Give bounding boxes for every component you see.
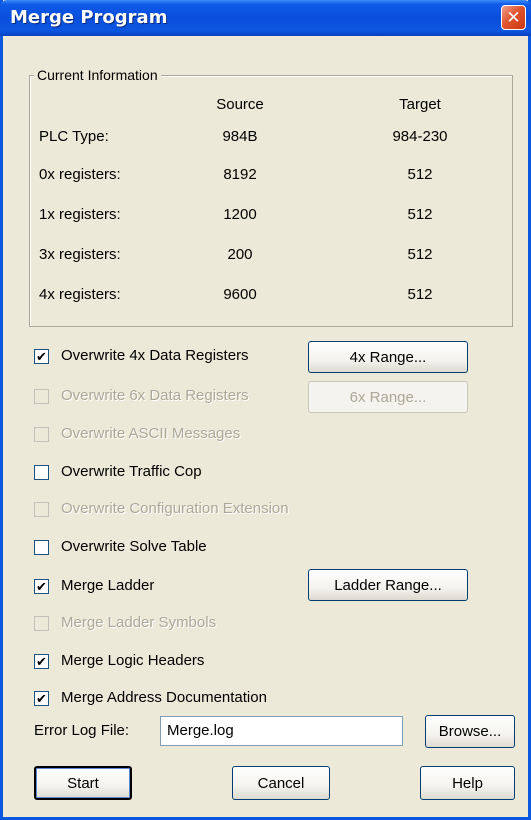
overwrite-traffic-cop-label[interactable]: Overwrite Traffic Cop — [61, 463, 202, 480]
plc-type-target: 984-230 — [392, 128, 448, 145]
overwrite-4x-label[interactable]: Overwrite 4x Data Registers — [61, 347, 249, 364]
overwrite-6x-label: Overwrite 6x Data Registers — [61, 387, 249, 404]
1x-registers-target: 512 — [407, 206, 433, 223]
overwrite-config-extension-label: Overwrite Configuration Extension — [61, 500, 289, 517]
target-column-header: Target — [399, 96, 441, 113]
0x-registers-target: 512 — [407, 166, 433, 183]
4x-registers-label: 4x registers: — [39, 286, 121, 303]
merge-ladder-symbols-checkbox — [34, 616, 49, 631]
checkmark-icon: ✔ — [36, 579, 47, 594]
merge-logic-headers-label[interactable]: Merge Logic Headers — [61, 652, 204, 669]
1x-registers-label: 1x registers: — [39, 206, 121, 223]
error-log-label: Error Log File: — [34, 722, 130, 739]
merge-ladder-checkbox[interactable]: ✔ — [34, 579, 49, 594]
source-column-header: Source — [216, 96, 264, 113]
3x-registers-target: 512 — [407, 246, 433, 263]
3x-registers-label: 3x registers: — [39, 246, 121, 263]
window-title: Merge Program — [10, 7, 168, 28]
overwrite-solve-table-label[interactable]: Overwrite Solve Table — [61, 538, 207, 555]
browse-button[interactable]: Browse... — [425, 715, 515, 748]
close-button[interactable]: ✕ — [501, 5, 526, 30]
merge-logic-headers-checkbox[interactable]: ✔ — [34, 654, 49, 669]
0x-registers-label: 0x registers: — [39, 166, 121, 183]
ladder-range-button[interactable]: Ladder Range... — [308, 569, 468, 601]
start-button[interactable]: Start — [34, 766, 132, 800]
0x-registers-source: 8192 — [223, 166, 257, 183]
current-information-legend: Current Information — [34, 67, 161, 83]
plc-type-label: PLC Type: — [39, 128, 109, 145]
4x-registers-target: 512 — [407, 286, 433, 303]
overwrite-config-extension-checkbox — [34, 502, 49, 517]
plc-type-source: 984B — [222, 128, 258, 145]
cancel-button[interactable]: Cancel — [232, 766, 330, 800]
overwrite-4x-checkbox[interactable]: ✔ — [34, 349, 49, 364]
checkmark-icon: ✔ — [36, 349, 47, 364]
4x-registers-source: 9600 — [223, 286, 257, 303]
1x-registers-source: 1200 — [223, 206, 257, 223]
checkmark-icon: ✔ — [36, 691, 47, 706]
merge-address-documentation-label[interactable]: Merge Address Documentation — [61, 689, 267, 706]
6x-range-button: 6x Range... — [308, 381, 468, 413]
merge-ladder-symbols-label: Merge Ladder Symbols — [61, 614, 217, 631]
error-log-file-input[interactable]: Merge.log — [160, 716, 403, 746]
merge-ladder-label[interactable]: Merge Ladder — [61, 577, 154, 594]
overwrite-solve-table-checkbox[interactable] — [34, 540, 49, 555]
merge-address-documentation-checkbox[interactable]: ✔ — [34, 691, 49, 706]
close-icon: ✕ — [506, 7, 521, 28]
help-button[interactable]: Help — [420, 766, 515, 800]
overwrite-traffic-cop-checkbox[interactable] — [34, 465, 49, 480]
3x-registers-source: 200 — [227, 246, 253, 263]
title-bar[interactable]: Merge Program ✕ — [0, 0, 531, 36]
overwrite-ascii-checkbox — [34, 427, 49, 442]
4x-range-button[interactable]: 4x Range... — [308, 341, 468, 373]
checkmark-icon: ✔ — [36, 654, 47, 669]
overwrite-ascii-label: Overwrite ASCII Messages — [61, 425, 241, 442]
overwrite-6x-checkbox — [34, 389, 49, 404]
